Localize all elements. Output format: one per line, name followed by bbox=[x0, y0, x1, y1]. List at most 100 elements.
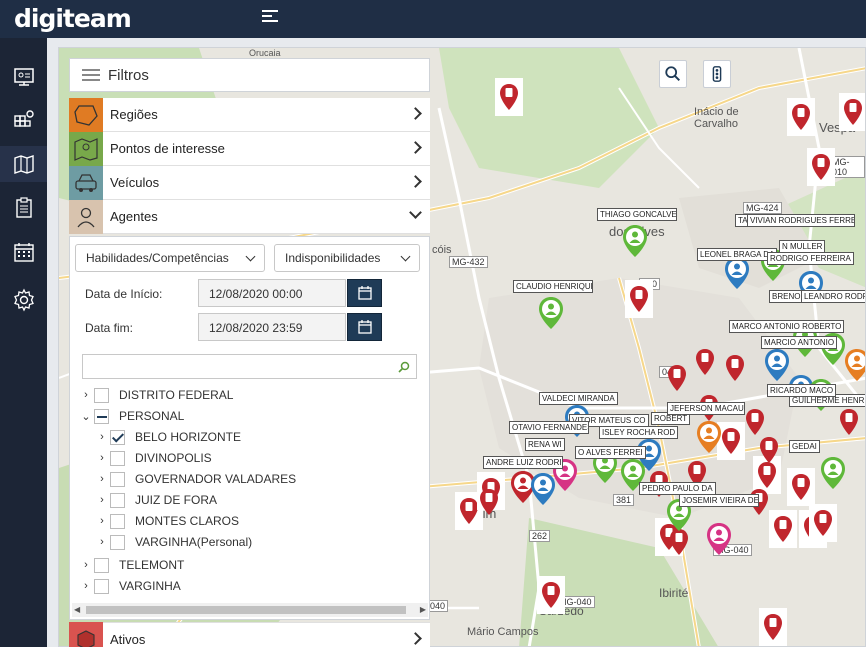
skills-select[interactable]: Habilidades/Competências bbox=[75, 244, 265, 272]
agent-tag[interactable]: RODRIGO FERREIRA bbox=[767, 252, 854, 265]
chevron-right-icon[interactable]: › bbox=[94, 452, 110, 464]
agent-tag[interactable]: ANDRE LUIZ RODRIG bbox=[483, 456, 563, 469]
section-regioes[interactable]: Regiões bbox=[69, 97, 430, 132]
poi-marker-icon[interactable] bbox=[769, 510, 797, 548]
checkbox[interactable] bbox=[94, 387, 109, 403]
agent-tag[interactable]: OTAVIO FERNANDES bbox=[509, 421, 589, 434]
dashboard-icon[interactable] bbox=[0, 58, 47, 94]
gear-icon[interactable] bbox=[0, 282, 47, 318]
chevron-right-icon[interactable]: › bbox=[78, 389, 94, 401]
chevron-right-icon[interactable]: › bbox=[78, 559, 94, 571]
agent-tag[interactable]: LEONEL BRAGA DA bbox=[697, 248, 777, 261]
agent-marker-icon[interactable] bbox=[843, 348, 865, 387]
poi-marker-icon[interactable] bbox=[625, 280, 653, 318]
checkbox[interactable] bbox=[110, 471, 125, 487]
poi-marker-icon[interactable] bbox=[759, 436, 781, 466]
poi-marker-icon[interactable] bbox=[745, 408, 767, 438]
section-ativos[interactable]: Ativos bbox=[69, 622, 430, 647]
agent-tag[interactable]: RICARDO MACO bbox=[767, 384, 837, 397]
tree-node-mc[interactable]: › MONTES CLAROS bbox=[94, 511, 239, 531]
map-search-button[interactable] bbox=[659, 60, 687, 88]
tree-node-jf[interactable]: › JUIZ DE FORA bbox=[94, 490, 217, 510]
agent-marker-icon[interactable] bbox=[695, 420, 723, 459]
poi-marker-icon[interactable] bbox=[537, 576, 565, 614]
scrollbar-thumb[interactable] bbox=[86, 606, 406, 614]
chevron-right-icon[interactable]: › bbox=[94, 431, 110, 443]
checkbox[interactable] bbox=[110, 429, 125, 445]
poi-marker-icon[interactable] bbox=[787, 468, 815, 506]
unavailability-select[interactable]: Indisponibilidades bbox=[274, 244, 420, 272]
checkbox[interactable] bbox=[94, 557, 109, 573]
menu-toggle-icon[interactable] bbox=[262, 10, 278, 26]
tree-node-telemont[interactable]: › TELEMONT bbox=[78, 555, 184, 575]
hamburger-icon[interactable] bbox=[82, 66, 100, 84]
chevron-right-icon[interactable]: › bbox=[94, 494, 110, 506]
tree-node-varginha[interactable]: › VARGINHA bbox=[78, 576, 181, 596]
end-date-input[interactable]: 12/08/2020 23:59 bbox=[198, 313, 346, 341]
scroll-left-icon[interactable]: ◀ bbox=[74, 605, 80, 614]
checkbox[interactable] bbox=[94, 578, 109, 594]
poi-marker-icon[interactable] bbox=[807, 148, 835, 186]
chevron-right-icon[interactable]: › bbox=[94, 515, 110, 527]
chevron-down-icon[interactable]: ⌄ bbox=[78, 410, 94, 423]
clipboard-icon[interactable] bbox=[0, 190, 47, 226]
poi-marker-icon[interactable] bbox=[809, 504, 837, 542]
agent-tag[interactable]: ISLEY ROCHA ROD bbox=[599, 426, 679, 439]
agent-tag[interactable]: GEDAI bbox=[789, 440, 820, 453]
agent-tag[interactable]: O ALVES FERREI bbox=[575, 446, 646, 459]
tree-node-bh[interactable]: › BELO HORIZONTE bbox=[94, 427, 241, 447]
horizontal-scrollbar[interactable]: ◀ ▶ bbox=[72, 603, 428, 617]
poi-marker-icon[interactable] bbox=[667, 364, 689, 394]
checkbox[interactable] bbox=[110, 450, 125, 466]
poi-marker-icon[interactable] bbox=[695, 348, 717, 378]
tree-search-input[interactable] bbox=[82, 354, 417, 379]
section-pontos[interactable]: Pontos de interesse bbox=[69, 131, 430, 166]
end-calendar-button[interactable] bbox=[347, 313, 382, 341]
grid-map-icon[interactable] bbox=[0, 102, 47, 138]
agent-tag[interactable]: JEFERSON MACAU bbox=[667, 402, 745, 415]
start-date-input[interactable]: 12/08/2020 00:00 bbox=[198, 279, 346, 307]
agent-tag[interactable]: VALDECI MIRANDA bbox=[539, 392, 618, 405]
tree-node-personal[interactable]: ⌄ PERSONAL bbox=[78, 406, 184, 426]
chevron-right-icon[interactable]: › bbox=[78, 580, 94, 592]
chevron-right-icon[interactable]: › bbox=[94, 473, 110, 485]
poi-marker-icon[interactable] bbox=[839, 93, 865, 131]
agent-marker-icon[interactable] bbox=[537, 296, 565, 335]
poi-marker-icon[interactable] bbox=[495, 78, 523, 116]
section-veiculos[interactable]: Veículos bbox=[69, 165, 430, 200]
tree-node-df[interactable]: › DISTRITO FEDERAL bbox=[78, 385, 233, 405]
agent-tag[interactable]: RENA WI bbox=[525, 438, 565, 451]
checkbox[interactable] bbox=[94, 408, 109, 424]
poi-marker-icon[interactable] bbox=[787, 98, 815, 136]
map-icon[interactable] bbox=[0, 146, 47, 182]
agent-tag[interactable]: MARCIO ANTONIO bbox=[761, 336, 838, 349]
agent-tag[interactable]: THIAGO GONCALVES bbox=[597, 208, 677, 221]
poi-marker-icon[interactable] bbox=[759, 608, 787, 646]
checkbox[interactable] bbox=[110, 513, 125, 529]
start-calendar-button[interactable] bbox=[347, 279, 382, 307]
tree-node-divinopolis[interactable]: › DIVINOPOLIS bbox=[94, 448, 212, 468]
section-agentes[interactable]: Agentes bbox=[69, 199, 430, 234]
checkbox[interactable] bbox=[110, 534, 125, 550]
agent-marker-icon[interactable] bbox=[705, 522, 733, 561]
tree-node-varginha-personal[interactable]: › VARGINHA(Personal) bbox=[94, 532, 252, 552]
agent-tag[interactable]: VIVIAN RODRIGUES FERREIRA bbox=[747, 214, 855, 227]
agent-tag[interactable]: BRENO bbox=[769, 290, 804, 303]
chevron-right-icon[interactable]: › bbox=[94, 536, 110, 548]
poi-marker-icon[interactable] bbox=[725, 354, 747, 384]
tree-node-gv[interactable]: › GOVERNADOR VALADARES bbox=[94, 469, 296, 489]
poi-marker-icon[interactable] bbox=[479, 488, 501, 518]
calendar-icon[interactable] bbox=[0, 234, 47, 270]
agent-marker-icon[interactable] bbox=[621, 224, 649, 263]
poi-marker-icon[interactable] bbox=[839, 408, 861, 438]
agent-tag[interactable]: MARCO ANTONIO ROBERTO bbox=[729, 320, 845, 333]
scroll-right-icon[interactable]: ▶ bbox=[420, 605, 426, 614]
agent-marker-icon[interactable] bbox=[819, 456, 847, 495]
filters-header[interactable]: Filtros bbox=[69, 58, 430, 92]
agent-tag[interactable]: CLAUDIO HENRIQUE bbox=[513, 280, 593, 293]
agent-tag[interactable]: LEANDRO RODRIGUES bbox=[801, 290, 865, 303]
checkbox[interactable] bbox=[110, 492, 125, 508]
agent-tag[interactable]: JOSEMIR VIEIRA DE bbox=[679, 494, 759, 507]
traffic-layer-button[interactable] bbox=[703, 60, 731, 88]
agent-marker-icon[interactable] bbox=[723, 256, 751, 295]
